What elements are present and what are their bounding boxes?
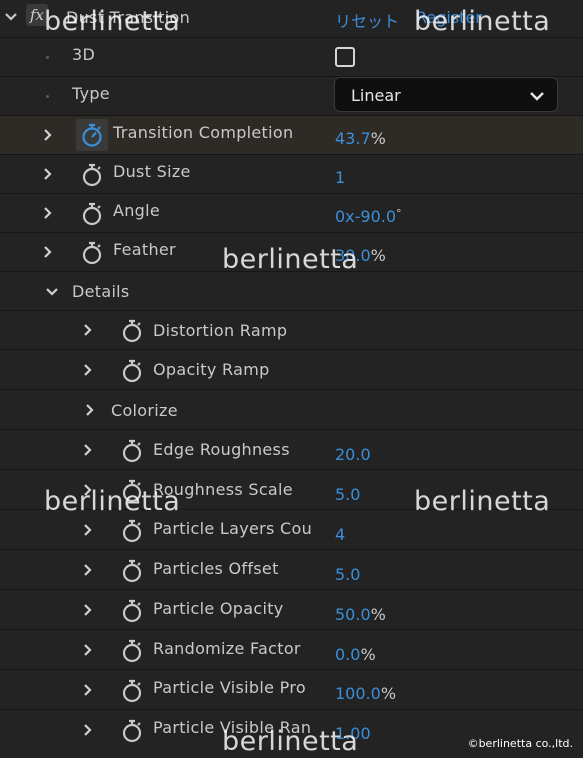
group-label: Colorize xyxy=(111,401,178,420)
watermark-text: berlinetta xyxy=(414,486,551,517)
type-dropdown[interactable]: Linear xyxy=(334,77,558,112)
particles-offset-value[interactable]: 5.0 xyxy=(335,565,360,584)
chevron-right-icon[interactable] xyxy=(81,563,95,577)
chevron-down-icon xyxy=(529,88,545,107)
value-number[interactable]: 0.0 xyxy=(335,645,360,664)
watermark-text: berlinetta xyxy=(44,486,181,517)
effect-controls-panel: fx Dust Transition リセット Register 3D Type… xyxy=(0,0,583,758)
prop-row-edge-roughness: Edge Roughness 20.0 xyxy=(0,431,583,470)
prop-row-3d: 3D xyxy=(0,38,583,77)
prop-row-dust-size: Dust Size 1 xyxy=(0,155,583,194)
chevron-right-icon[interactable] xyxy=(81,603,95,617)
prop-label: Particles Offset xyxy=(153,559,279,578)
stopwatch-icon[interactable] xyxy=(120,598,144,624)
prop-label: Type xyxy=(72,84,110,103)
chevron-right-icon[interactable] xyxy=(83,403,97,417)
stopwatch-icon[interactable] xyxy=(76,119,108,151)
chevron-right-icon[interactable] xyxy=(81,683,95,697)
chevron-right-icon[interactable] xyxy=(81,523,95,537)
stopwatch-icon[interactable] xyxy=(80,240,104,266)
value-number[interactable]: 0x-90.0 xyxy=(335,207,396,226)
chevron-right-icon[interactable] xyxy=(41,206,55,220)
prop-row-angle: Angle 0x-90.0° xyxy=(0,194,583,233)
copyright-notice: ©berlinetta co.,ltd. xyxy=(467,737,573,750)
stopwatch-icon[interactable] xyxy=(80,162,104,188)
particle-opacity-value[interactable]: 50.0% xyxy=(335,605,386,624)
value-unit: % xyxy=(370,246,386,265)
stopwatch-icon[interactable] xyxy=(120,358,144,384)
chevron-right-icon[interactable] xyxy=(41,128,55,142)
stopwatch-icon[interactable] xyxy=(120,518,144,544)
watermark-text: berlinetta xyxy=(44,6,181,37)
chevron-right-icon[interactable] xyxy=(81,643,95,657)
chevron-down-icon[interactable] xyxy=(4,10,18,24)
stopwatch-icon[interactable] xyxy=(120,718,144,744)
completion-value[interactable]: 43.7% xyxy=(335,129,386,148)
bullet-icon xyxy=(46,95,49,98)
value-unit: ° xyxy=(396,207,402,220)
chevron-right-icon[interactable] xyxy=(81,723,95,737)
chevron-right-icon[interactable] xyxy=(41,167,55,181)
prop-row-particle-opacity: Particle Opacity 50.0% xyxy=(0,591,583,630)
value-number[interactable]: 100.0 xyxy=(335,684,381,703)
prop-label: Particle Visible Pro xyxy=(153,678,306,697)
chevron-right-icon[interactable] xyxy=(81,363,95,377)
prop-label: Randomize Factor xyxy=(153,639,301,658)
type-dropdown-value: Linear xyxy=(351,86,401,105)
watermark-text: berlinetta xyxy=(222,244,359,275)
stopwatch-icon[interactable] xyxy=(120,318,144,344)
prop-row-particles-offset: Particles Offset 5.0 xyxy=(0,551,583,590)
group-label: Details xyxy=(72,282,130,301)
value-number[interactable]: 50.0 xyxy=(335,605,371,624)
reset-button[interactable]: リセット xyxy=(335,8,399,32)
prop-label: Particle Opacity xyxy=(153,599,284,618)
value-unit: % xyxy=(370,605,386,624)
chevron-right-icon[interactable] xyxy=(81,323,95,337)
value-unit: % xyxy=(360,645,376,664)
prop-label: Distortion Ramp xyxy=(153,321,288,340)
stopwatch-icon[interactable] xyxy=(120,438,144,464)
prop-row-transition-completion: Transition Completion 43.7% xyxy=(0,116,583,155)
particle-visible-pro-value[interactable]: 100.0% xyxy=(335,684,396,703)
prop-label: Opacity Ramp xyxy=(153,360,270,379)
edge-roughness-value[interactable]: 20.0 xyxy=(335,445,371,464)
bullet-icon xyxy=(46,56,49,59)
stopwatch-icon[interactable] xyxy=(120,678,144,704)
angle-value[interactable]: 0x-90.0° xyxy=(335,207,402,226)
chevron-right-icon[interactable] xyxy=(81,443,95,457)
watermark-text: berlinetta xyxy=(414,6,551,37)
prop-label: Dust Size xyxy=(113,162,191,181)
prop-row-colorize: Colorize xyxy=(0,391,583,430)
prop-row-opacity-ramp: Opacity Ramp xyxy=(0,351,583,390)
prop-label: Feather xyxy=(113,240,176,259)
prop-label: Particle Layers Cou xyxy=(153,519,313,538)
value-number[interactable]: 43.7 xyxy=(335,129,371,148)
prop-row-distortion-ramp: Distortion Ramp xyxy=(0,311,583,350)
3d-checkbox[interactable] xyxy=(335,47,355,67)
prop-label: Edge Roughness xyxy=(153,440,290,459)
roughness-scale-value[interactable]: 5.0 xyxy=(335,485,360,504)
prop-label: 3D xyxy=(72,45,96,64)
stopwatch-icon[interactable] xyxy=(80,201,104,227)
watermark-text: berlinetta xyxy=(222,726,359,757)
dust-size-value[interactable]: 1 xyxy=(335,168,345,187)
prop-row-randomize-factor: Randomize Factor 0.0% xyxy=(0,631,583,670)
prop-label: Angle xyxy=(113,201,161,220)
chevron-down-icon[interactable] xyxy=(45,285,59,299)
randomize-factor-value[interactable]: 0.0% xyxy=(335,645,376,664)
stopwatch-icon[interactable] xyxy=(120,638,144,664)
prop-row-details: Details xyxy=(0,272,583,311)
stopwatch-icon[interactable] xyxy=(120,558,144,584)
value-unit: % xyxy=(380,684,397,703)
prop-label: Transition Completion xyxy=(113,123,294,142)
chevron-right-icon[interactable] xyxy=(41,245,55,259)
value-unit: % xyxy=(370,129,386,148)
prop-row-particle-visible-pro: Particle Visible Pro 100.0% xyxy=(0,671,583,710)
particle-layers-value[interactable]: 4 xyxy=(335,525,345,544)
